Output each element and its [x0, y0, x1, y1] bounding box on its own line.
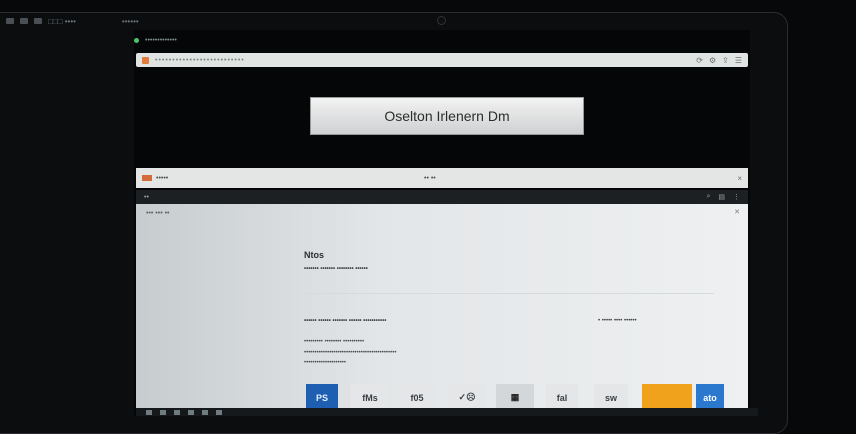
- address-url[interactable]: ••••••••••••••••••••••••••: [155, 57, 690, 64]
- hero-banner: Oselton Irlenern Dm: [310, 97, 584, 135]
- app-tile[interactable]: sw: [594, 384, 628, 411]
- taskbar-icon[interactable]: [202, 409, 208, 415]
- status-led-icon: [134, 37, 139, 43]
- taskbar-icon[interactable]: [174, 409, 180, 415]
- top-strip-text: ••••••: [121, 16, 139, 26]
- taskbar: [136, 408, 758, 416]
- app-tile[interactable]: fMs: [351, 384, 389, 411]
- monitor-screen: ••••••••••••• ••••••••••••••••••••••••••…: [134, 30, 758, 416]
- close-icon[interactable]: ×: [737, 174, 742, 183]
- app-tile-blue[interactable]: ato: [696, 384, 724, 411]
- search-icon[interactable]: ⌕: [706, 193, 710, 201]
- tab-center-text: •• ••: [424, 174, 436, 182]
- app-tile[interactable]: ▦: [496, 384, 534, 411]
- screen-status-line: •••••••••••••: [134, 34, 177, 46]
- top-strip-text: □□□ ••••: [48, 16, 76, 26]
- page-title: Ntos: [304, 250, 324, 260]
- bold-line-right: • ••••• •••• ••••••: [598, 318, 637, 324]
- paragraph: ••••••••• •••••••• ••••••••••: [304, 339, 365, 345]
- app-tile-photoshop[interactable]: PS: [306, 384, 338, 411]
- breadcrumb[interactable]: ••• ••• ••: [146, 210, 170, 217]
- app-bar-label[interactable]: ••: [144, 194, 149, 201]
- taskbar-icon[interactable]: [160, 409, 166, 415]
- window-control-icon: [6, 18, 14, 24]
- paragraph: ••••••••••••••••••••: [304, 360, 347, 366]
- more-icon[interactable]: ⋮: [733, 193, 740, 201]
- window-control-icon: [20, 18, 28, 24]
- window-control-icon: [34, 18, 42, 24]
- hero-text: Oselton Irlenern Dm: [384, 108, 510, 124]
- taskbar-icon[interactable]: [188, 409, 194, 415]
- favicon-icon: [142, 56, 149, 64]
- page-content: ••• ••• •• ✕ Ntos ••••••• ••••••• ••••••…: [136, 204, 748, 411]
- paragraph: ••••••••••••••••••••••••••••••••••••••••…: [304, 350, 397, 356]
- tab-favicon-icon: [142, 175, 152, 181]
- subheading: ••••••• ••••••• •••••••• ••••••: [304, 266, 368, 272]
- bezel-top-strip: □□□ •••• ••••••: [0, 14, 791, 28]
- share-icon[interactable]: ⇪: [722, 56, 729, 65]
- app-tile[interactable]: fal: [546, 384, 578, 411]
- taskbar-icon[interactable]: [146, 409, 152, 415]
- app-toolbar: •• ⌕ ▤ ⋮: [136, 190, 748, 204]
- tab-title[interactable]: •••••: [156, 175, 168, 182]
- browser-address-bar[interactable]: •••••••••••••••••••••••••• ⟳ ⚙ ⇪ ☰: [136, 53, 748, 67]
- corner-icon[interactable]: ✕: [734, 208, 740, 216]
- bookmark-icon[interactable]: ▤: [718, 193, 725, 201]
- divider: [304, 293, 714, 294]
- app-tile[interactable]: ✓☹: [448, 384, 486, 411]
- reload-icon[interactable]: ⟳: [696, 56, 703, 65]
- taskbar-icon[interactable]: [216, 409, 222, 415]
- menu-icon[interactable]: ☰: [735, 56, 742, 65]
- browser-tab-strip: ••••• •• •• ×: [136, 168, 748, 188]
- bold-line: •••••• •••••• ••••••• •••••• •••••••••••: [304, 318, 387, 324]
- settings-icon[interactable]: ⚙: [709, 56, 716, 65]
- status-text: •••••••••••••: [145, 36, 177, 44]
- app-tile-orange[interactable]: [642, 384, 692, 411]
- app-tile[interactable]: f05: [398, 384, 436, 411]
